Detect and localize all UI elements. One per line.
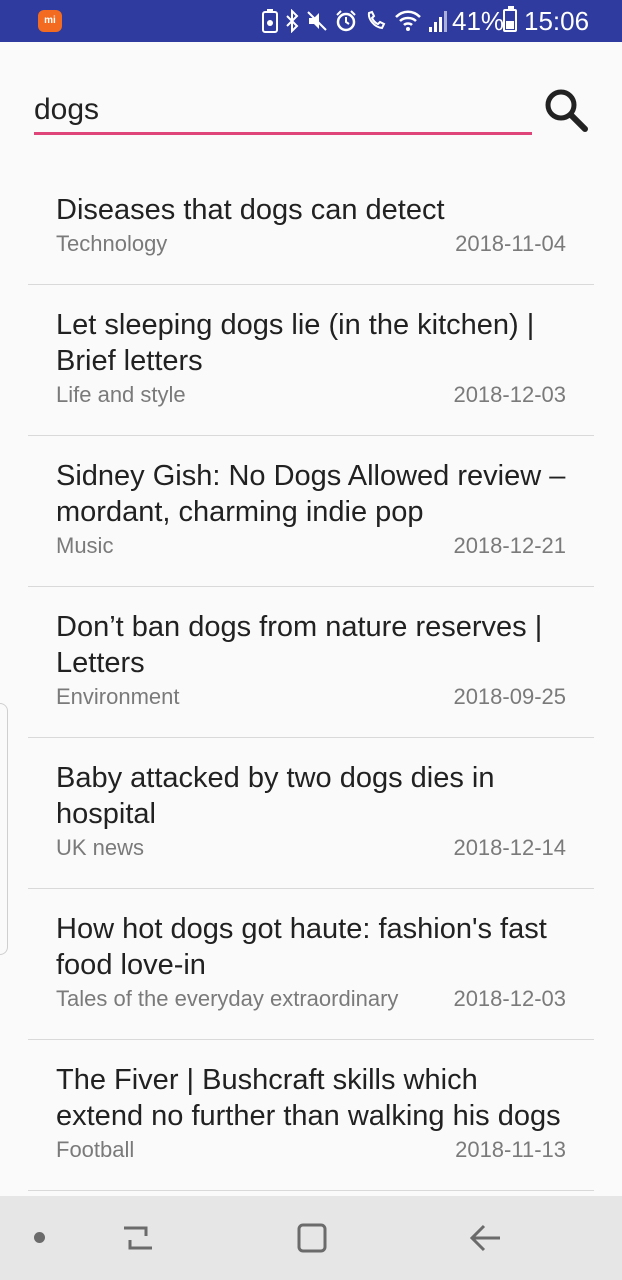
battery-percent: 41% xyxy=(452,6,505,36)
list-item[interactable]: Let sleeping dogs lie (in the kitchen) |… xyxy=(28,285,594,436)
article-date: 2018-12-21 xyxy=(453,533,566,558)
status-icons xyxy=(262,6,450,36)
article-section: Football xyxy=(56,1137,135,1162)
article-title: Sidney Gish: No Dogs Allowed review – mo… xyxy=(56,460,566,528)
search-input[interactable] xyxy=(34,88,532,132)
article-meta: Tales of the everyday extraordinary 2018-… xyxy=(56,985,566,1013)
article-date: 2018-09-25 xyxy=(453,684,566,709)
article-title: The Fiver | Bushcraft skills which exten… xyxy=(56,1064,561,1132)
article-section: Environment xyxy=(56,684,180,709)
article-title: How hot dogs got haute: fashion's fast f… xyxy=(56,913,547,981)
article-title: Baby attacked by two dogs dies in hospit… xyxy=(56,762,495,830)
article-section: Tales of the everyday extraordinary xyxy=(56,986,399,1011)
article-date: 2018-11-13 xyxy=(455,1137,566,1162)
search-bar xyxy=(34,88,532,136)
article-section: UK news xyxy=(56,835,145,860)
recent-apps-button[interactable] xyxy=(116,1216,160,1260)
home-icon xyxy=(297,1223,327,1253)
article-date: 2018-12-03 xyxy=(453,986,566,1011)
article-date: 2018-11-04 xyxy=(455,231,566,256)
bluetooth-icon xyxy=(286,9,299,33)
list-item[interactable]: The Fiver | Bushcraft skills which exten… xyxy=(28,1040,594,1191)
article-meta: Football 2018-11-13 xyxy=(56,1136,566,1164)
status-bar: mi 41% 15:06 xyxy=(0,0,622,42)
back-arrow-icon xyxy=(469,1224,500,1252)
search-underline xyxy=(34,132,532,135)
battery-saver-icon xyxy=(262,9,278,33)
article-section: Music xyxy=(56,533,114,558)
battery-icon xyxy=(503,6,517,32)
search-button[interactable] xyxy=(540,84,592,136)
alarm-icon xyxy=(336,10,356,32)
battery-level-fill xyxy=(506,21,514,29)
wifi-calling-icon xyxy=(367,10,386,30)
recent-apps-icon xyxy=(124,1226,152,1250)
article-date: 2018-12-14 xyxy=(453,835,566,860)
article-section: Technology xyxy=(56,231,168,256)
list-item[interactable]: Diseases that dogs can detect Technology 2… xyxy=(28,170,594,285)
article-meta: Technology 2018-11-04 xyxy=(56,230,566,258)
list-item[interactable]: Baby attacked by two dogs dies in hospit… xyxy=(28,738,594,889)
article-meta: Environment 2018-09-25 xyxy=(56,683,566,711)
list-item[interactable]: Sidney Gish: No Dogs Allowed review – mo… xyxy=(28,436,594,587)
mute-icon xyxy=(307,11,327,31)
mi-app-icon: mi xyxy=(38,10,62,32)
navigation-bar xyxy=(0,1196,622,1280)
article-title: Don’t ban dogs from nature reserves | Le… xyxy=(56,611,543,679)
article-meta: Music 2018-12-21 xyxy=(56,532,566,560)
edge-panel-handle[interactable] xyxy=(0,703,8,955)
list-item[interactable]: How hot dogs got haute: fashion's fast f… xyxy=(28,889,594,1040)
article-meta: Life and style 2018-12-03 xyxy=(56,381,566,409)
results-list: Diseases that dogs can detect Technology 2… xyxy=(28,170,594,1196)
nav-dot-indicator[interactable] xyxy=(34,1232,45,1243)
signal-icon xyxy=(429,11,447,32)
wifi-icon xyxy=(395,10,421,31)
back-button[interactable] xyxy=(464,1216,508,1260)
article-section: Life and style xyxy=(56,382,186,407)
article-date: 2018-12-03 xyxy=(453,382,566,407)
status-time: 15:06 xyxy=(524,6,590,36)
article-title: Diseases that dogs can detect xyxy=(56,194,445,226)
article-title: Let sleeping dogs lie (in the kitchen) |… xyxy=(56,309,535,377)
home-button[interactable] xyxy=(290,1216,334,1260)
list-item[interactable]: Don’t ban dogs from nature reserves | Le… xyxy=(28,587,594,738)
article-meta: UK news 2018-12-14 xyxy=(56,834,566,862)
search-icon xyxy=(545,89,588,132)
